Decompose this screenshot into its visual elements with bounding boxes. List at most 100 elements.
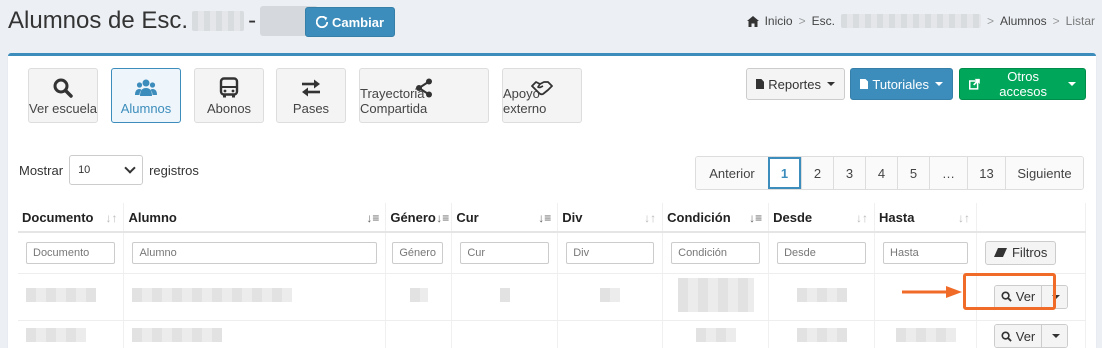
filter-genero-input[interactable]: Género bbox=[392, 241, 444, 264]
redacted-cell bbox=[796, 327, 847, 342]
pagination-page[interactable]: 1 bbox=[768, 157, 801, 189]
ver-dropdown-toggle[interactable] bbox=[1041, 325, 1068, 347]
pagination-page[interactable]: 13 bbox=[967, 157, 1005, 189]
caret-down-icon bbox=[1068, 82, 1076, 86]
sort-asc-icon: ↓≡ bbox=[436, 211, 450, 225]
file-icon bbox=[756, 79, 765, 89]
redacted-school-name bbox=[192, 11, 245, 31]
page-length-control: Mostrar 10 registros bbox=[19, 155, 199, 185]
sort-icon: ↓↑ bbox=[957, 211, 970, 225]
exchange-icon bbox=[302, 79, 320, 97]
redacted-cell bbox=[409, 288, 428, 302]
table-row[interactable]: Ver bbox=[18, 320, 1087, 348]
sort-icon: ↓↑ bbox=[644, 211, 657, 225]
search-icon bbox=[1001, 291, 1012, 302]
column-header-actions bbox=[976, 203, 1087, 233]
breadcrumb-sep: > bbox=[986, 14, 994, 28]
table-header-row: Documento ↓↑ Alumno ↓≡ Género ↓≡ Cur ↓≡ Div ↓… bbox=[18, 203, 1087, 233]
redacted-cell bbox=[499, 288, 510, 302]
search-icon bbox=[1001, 330, 1012, 342]
redacted-cell bbox=[895, 327, 956, 342]
tile-alumnos[interactable]: Alumnos bbox=[111, 68, 181, 123]
breadcrumb-sep: > bbox=[798, 14, 806, 28]
tile-trayectoria-compartida[interactable]: Trayectoria Compartida bbox=[359, 68, 489, 123]
cambiar-label: Cambiar bbox=[332, 14, 385, 30]
tile-pases[interactable]: Pases bbox=[276, 68, 346, 123]
ver-button[interactable]: Ver bbox=[994, 325, 1042, 347]
main-box: Ver escuela Alumnos Abonos Pases Trayect… bbox=[8, 53, 1096, 348]
column-header-hasta[interactable]: Hasta ↓↑ bbox=[874, 203, 977, 233]
pagination: Anterior 1 2 3 4 5 … 13 Siguiente bbox=[695, 156, 1084, 190]
pagination-page[interactable]: 5 bbox=[897, 157, 929, 189]
filter-desde-input[interactable]: Desde bbox=[777, 241, 867, 264]
pagination-ellipsis: … bbox=[929, 157, 967, 189]
pagination-prev[interactable]: Anterior bbox=[696, 157, 768, 189]
ver-split-button: Ver bbox=[993, 324, 1069, 348]
breadcrumb-alumnos[interactable]: Alumnos bbox=[1000, 14, 1047, 28]
chevron-down-icon bbox=[124, 162, 136, 174]
pagination-page[interactable]: 2 bbox=[801, 157, 833, 189]
ver-label: Ver bbox=[1015, 328, 1036, 344]
page-title-separator: - bbox=[248, 7, 257, 34]
filter-hasta-input[interactable]: Hasta bbox=[883, 241, 968, 264]
filtros-button[interactable]: Filtros bbox=[984, 240, 1057, 265]
tile-label: Abonos bbox=[206, 101, 252, 116]
column-header-desde[interactable]: Desde ↓↑ bbox=[768, 203, 876, 233]
column-header-alumno[interactable]: Alumno ↓≡ bbox=[123, 203, 387, 233]
pagination-page[interactable]: 4 bbox=[865, 157, 897, 189]
filter-documento-input[interactable]: Documento bbox=[26, 241, 116, 264]
breadcrumb-home[interactable]: Inicio bbox=[765, 14, 793, 28]
redacted-cell bbox=[600, 288, 621, 302]
users-icon bbox=[135, 79, 157, 96]
caret-down-icon bbox=[1051, 294, 1060, 299]
tile-label: Pases bbox=[292, 101, 330, 116]
refresh-icon bbox=[316, 16, 328, 28]
redacted-cell bbox=[26, 327, 86, 342]
filter-cur-input[interactable]: Cur bbox=[460, 241, 550, 264]
pagination-page[interactable]: 3 bbox=[833, 157, 865, 189]
filter-condicion-input[interactable]: Condición bbox=[671, 241, 761, 264]
tile-label: Alumnos bbox=[120, 101, 172, 116]
otros-accesos-dropdown[interactable]: Otros accesos bbox=[959, 68, 1086, 100]
page-title-text: Alumnos de Esc. bbox=[8, 7, 189, 34]
redacted-cell bbox=[132, 288, 293, 302]
tile-abonos[interactable]: Abonos bbox=[194, 68, 264, 123]
external-link-icon bbox=[969, 78, 980, 90]
ver-button[interactable]: Ver bbox=[994, 285, 1042, 308]
filter-alumno-input[interactable]: Alumno bbox=[132, 241, 378, 264]
cambiar-button[interactable]: Cambiar bbox=[305, 7, 396, 37]
tutoriales-dropdown[interactable]: Tutoriales bbox=[850, 68, 953, 100]
column-header-genero[interactable]: Género ↓≡ bbox=[385, 203, 453, 233]
redacted-cell bbox=[796, 288, 847, 302]
alumnos-table: Documento ↓↑ Alumno ↓≡ Género ↓≡ Cur ↓≡ Div ↓… bbox=[18, 203, 1087, 348]
breadcrumb-sep: > bbox=[1052, 14, 1060, 28]
pagination-next[interactable]: Siguiente bbox=[1005, 157, 1083, 189]
handshake-icon bbox=[531, 81, 553, 96]
redacted-cell bbox=[132, 327, 223, 342]
sort-asc-icon: ↓≡ bbox=[749, 211, 763, 225]
filter-row: Documento Alumno Género Cur Div Condició… bbox=[18, 232, 1087, 274]
filter-div-input[interactable]: Div bbox=[566, 241, 655, 264]
breadcrumb-esc[interactable]: Esc. bbox=[812, 14, 835, 28]
bus-icon bbox=[219, 77, 239, 98]
ver-split-button: Ver bbox=[993, 284, 1069, 309]
reportes-dropdown[interactable]: Reportes bbox=[746, 68, 845, 100]
redacted-cell bbox=[695, 327, 736, 342]
column-header-cur[interactable]: Cur ↓≡ bbox=[451, 203, 559, 233]
tutoriales-label: Tutoriales bbox=[872, 76, 929, 92]
tile-apoyo-externo[interactable]: Apoyo externo bbox=[502, 68, 582, 123]
redacted-cell bbox=[26, 288, 96, 302]
file-icon bbox=[860, 78, 869, 90]
breadcrumb: Inicio > Esc. > Alumnos > Listar bbox=[746, 14, 1095, 28]
sort-asc-icon: ↓≡ bbox=[366, 211, 380, 225]
mostrar-label: Mostrar bbox=[19, 162, 64, 178]
page-length-value: 10 bbox=[78, 164, 91, 176]
eraser-icon bbox=[993, 248, 1007, 258]
column-header-documento[interactable]: Documento ↓↑ bbox=[18, 203, 125, 233]
tile-ver-escuela[interactable]: Ver escuela bbox=[28, 68, 98, 123]
ver-dropdown-toggle[interactable] bbox=[1041, 285, 1068, 308]
page-length-select[interactable]: 10 bbox=[69, 155, 144, 185]
column-header-condicion[interactable]: Condición ↓≡ bbox=[662, 203, 770, 233]
column-header-div[interactable]: Div ↓↑ bbox=[557, 203, 664, 233]
caret-down-icon bbox=[1051, 334, 1060, 338]
